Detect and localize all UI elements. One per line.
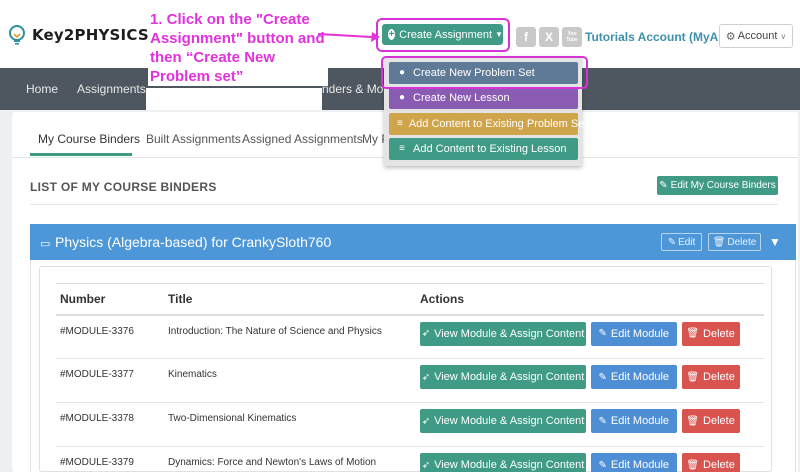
- list-icon: ≡: [399, 143, 405, 154]
- binder-edit-button[interactable]: ✎ Edit: [661, 233, 702, 251]
- module-title: Dynamics: Force and Newton's Laws of Mot…: [164, 446, 416, 472]
- folder-icon: ▭: [40, 238, 51, 250]
- trash-icon: 🗑: [686, 371, 700, 383]
- send-icon: ➶: [421, 328, 431, 339]
- tab-assigned-assignments[interactable]: Assigned Assignments: [242, 132, 363, 146]
- tab-built-assignments[interactable]: Built Assignments: [146, 132, 241, 146]
- edit-icon: ✎: [598, 459, 607, 471]
- modules-table: Number Title Actions #MODULE-3376 Introd…: [56, 283, 764, 472]
- plus-circle-icon: ●: [398, 67, 406, 78]
- gear-icon: ⚙: [725, 30, 736, 43]
- caret-down-icon: ▼: [495, 30, 503, 39]
- trash-icon: 🗑: [686, 328, 700, 339]
- delete-module-button[interactable]: 🗑 Delete: [681, 453, 740, 472]
- view-module-button[interactable]: ➶ View Module & Assign Content: [420, 365, 586, 389]
- active-tab-indicator: [30, 153, 132, 156]
- send-icon: ➶: [421, 459, 431, 471]
- table-row: #MODULE-3378 Two-Dimensional Kinematics …: [56, 402, 764, 447]
- binder-delete-button[interactable]: 🗑 Delete: [708, 233, 761, 251]
- module-title: Introduction: The Nature of Science and …: [164, 314, 416, 359]
- module-title: Two-Dimensional Kinematics: [164, 402, 416, 447]
- send-icon: ➶: [421, 371, 431, 383]
- header-number: Number: [56, 283, 164, 316]
- create-assignment-label: Create Assignment: [399, 28, 493, 41]
- module-number: #MODULE-3377: [56, 358, 164, 403]
- dropdown-create-problem-set[interactable]: ● Create New Problem Set: [389, 62, 578, 84]
- edit-icon: ✎: [598, 328, 607, 339]
- annotation-arrow-icon: [318, 32, 380, 42]
- logo[interactable]: Key2PHYSICS: [6, 24, 149, 46]
- view-module-button[interactable]: ➶ View Module & Assign Content: [420, 453, 586, 472]
- nav-assignments[interactable]: Assignments: [77, 82, 146, 96]
- facebook-icon[interactable]: f: [516, 27, 536, 47]
- module-title: Kinematics: [164, 358, 416, 403]
- list-icon: ≡: [397, 118, 403, 129]
- plus-circle-icon: ●: [398, 92, 406, 103]
- table-row: #MODULE-3376 Introduction: The Nature of…: [56, 314, 764, 359]
- header-actions: Actions: [416, 283, 764, 316]
- divider: [30, 204, 778, 205]
- table-row: #MODULE-3379 Dynamics: Force and Newton'…: [56, 446, 764, 472]
- delete-module-button[interactable]: 🗑 Delete: [681, 409, 740, 433]
- youtube-icon[interactable]: You Tube: [562, 27, 582, 47]
- edit-icon: ✎: [659, 180, 668, 191]
- create-assignment-dropdown: ● Create New Problem Set ● Create New Le…: [384, 56, 587, 166]
- plus-circle-icon: +: [388, 29, 396, 40]
- trash-icon: 🗑: [686, 415, 700, 427]
- trash-icon: 🗑: [712, 236, 726, 248]
- row-actions: ➶ View Module & Assign Content ✎ Edit Modu…: [416, 446, 764, 472]
- delete-module-button[interactable]: 🗑 Delete: [681, 365, 740, 389]
- dropdown-add-to-lesson[interactable]: ≡ Add Content to Existing Lesson: [389, 138, 578, 160]
- binder-title[interactable]: ▭ Physics (Algebra-based) for CrankySloth…: [40, 234, 331, 250]
- module-number: #MODULE-3378: [56, 402, 164, 447]
- table-row: #MODULE-3377 Kinematics ➶ View Module & A…: [56, 358, 764, 403]
- header-title: Title: [164, 283, 416, 316]
- edit-module-button[interactable]: ✎ Edit Module: [590, 365, 677, 389]
- account-button[interactable]: ⚙ Account ∨: [719, 24, 793, 48]
- view-module-button[interactable]: ➶ View Module & Assign Content: [420, 409, 586, 433]
- module-number: #MODULE-3376: [56, 314, 164, 359]
- trash-icon: 🗑: [686, 459, 700, 471]
- annotation-backdrop: [146, 88, 322, 110]
- binder-header: ▭ Physics (Algebra-based) for CrankySloth…: [30, 224, 796, 260]
- edit-course-binders-button[interactable]: ✎ Edit My Course Binders: [657, 176, 778, 195]
- main-card: My Course Binders Built Assignments Assi…: [12, 112, 798, 472]
- edit-icon: ✎: [667, 236, 677, 248]
- x-twitter-icon[interactable]: X: [539, 27, 559, 47]
- row-actions: ➶ View Module & Assign Content ✎ Edit Modu…: [416, 314, 764, 359]
- create-assignment-highlight: + Create Assignment ▼: [376, 18, 510, 52]
- account-label: Account: [737, 30, 778, 42]
- delete-module-button[interactable]: 🗑 Delete: [681, 321, 740, 346]
- edit-module-button[interactable]: ✎ Edit Module: [590, 409, 677, 433]
- chevron-down-icon: ∨: [780, 31, 787, 41]
- module-number: #MODULE-3379: [56, 446, 164, 472]
- logo-text: Key2PHYSICS: [32, 26, 149, 44]
- nav-home[interactable]: Home: [26, 82, 58, 96]
- row-actions: ➶ View Module & Assign Content ✎ Edit Modu…: [416, 358, 764, 403]
- create-assignment-button[interactable]: + Create Assignment ▼: [382, 24, 503, 45]
- tab-my-course-binders[interactable]: My Course Binders: [38, 132, 140, 146]
- edit-module-button[interactable]: ✎ Edit Module: [590, 321, 677, 346]
- tutorial-annotation: 1. Click on the "Create Assignment" butt…: [148, 10, 328, 86]
- lightbulb-icon: [9, 25, 25, 45]
- binder-body: Number Title Actions #MODULE-3376 Introd…: [30, 260, 796, 472]
- row-actions: ➶ View Module & Assign Content ✎ Edit Modu…: [416, 402, 764, 447]
- list-title: LIST OF MY COURSE BINDERS: [30, 180, 217, 194]
- edit-module-button[interactable]: ✎ Edit Module: [590, 453, 677, 472]
- modules-panel: Number Title Actions #MODULE-3376 Introd…: [39, 266, 772, 472]
- table-header-row: Number Title Actions: [56, 283, 764, 316]
- dropdown-add-to-problem-set[interactable]: ≡ Add Content to Existing Problem Set: [389, 113, 587, 135]
- send-icon: ➶: [421, 415, 431, 427]
- chevron-down-icon[interactable]: ▼: [767, 234, 783, 250]
- edit-icon: ✎: [598, 415, 607, 427]
- dropdown-create-lesson[interactable]: ● Create New Lesson: [389, 87, 578, 109]
- view-module-button[interactable]: ➶ View Module & Assign Content: [420, 321, 586, 346]
- edit-icon: ✎: [598, 371, 607, 383]
